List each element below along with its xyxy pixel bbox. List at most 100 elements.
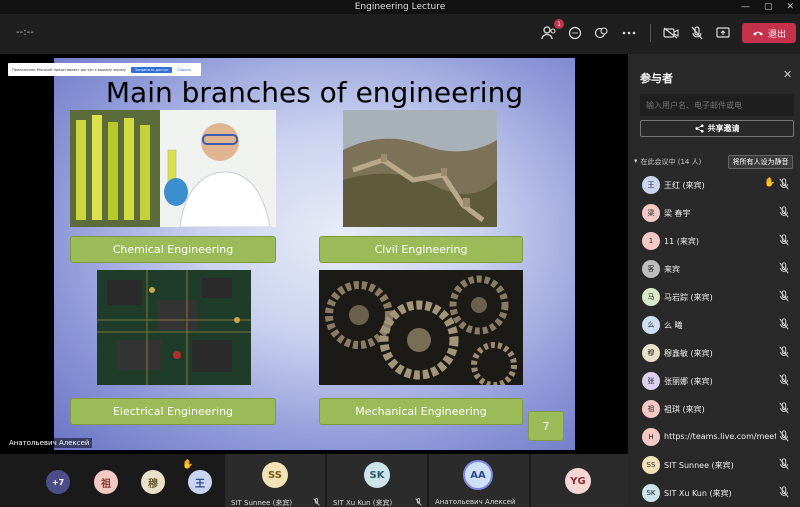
strip-avatar[interactable]: 王 (188, 470, 212, 494)
chat-button[interactable] (564, 22, 586, 44)
phone-hangup-icon (752, 31, 763, 36)
participant-tile[interactable]: SK SIT Xu Kun (来宾) (327, 454, 427, 507)
participant-row[interactable]: 马马岩踪 (来宾) (628, 283, 800, 311)
leave-button[interactable]: 退出 (742, 23, 796, 43)
mechanical-engineering-photo (319, 270, 523, 385)
title-bar: Engineering Lecture — ▢ ✕ (0, 0, 800, 14)
participant-row[interactable]: 么么 曦 (628, 311, 800, 339)
participant-name: 穆鑫敏 (来宾) (664, 349, 713, 358)
participant-row[interactable]: 梁梁 春宇 (628, 199, 800, 227)
mic-off-icon[interactable] (778, 178, 790, 190)
in-meeting-count: 在此会议中 (14 人) (640, 158, 702, 166)
participant-tile[interactable]: YG (531, 454, 628, 507)
tile-avatar: AA (463, 460, 493, 490)
shared-screen-stage: Main branches of engineering Chemical En… (0, 54, 628, 454)
participant-avatar: 穆 (642, 344, 660, 362)
mic-off-icon[interactable] (778, 402, 790, 414)
mic-off-icon[interactable] (778, 290, 790, 302)
share-screen-icon (716, 27, 730, 38)
mute-all-button[interactable]: 将所有人设为静音 (728, 155, 793, 169)
participant-name: 马岩踪 (来宾) (664, 293, 713, 302)
participant-row[interactable]: SS SIT Sunnee (来宾) (628, 451, 800, 479)
reactions-button[interactable] (590, 22, 612, 44)
civil-engineering-photo (343, 110, 497, 227)
panel-title: 参与者 (640, 72, 673, 85)
strip-avatar[interactable]: 祖 (94, 470, 118, 494)
camera-button[interactable] (660, 22, 682, 44)
mic-off-icon[interactable] (778, 206, 790, 218)
overflow-participants[interactable]: +7 (46, 470, 70, 494)
raised-hand-icon: ✋ (764, 178, 776, 188)
mic-off-icon[interactable] (778, 262, 790, 274)
tile-name: SIT Sunnee (来宾) (231, 499, 293, 507)
close-panel-icon[interactable]: ✕ (783, 68, 792, 81)
participant-avatar: 王 (642, 176, 660, 194)
mic-off-icon[interactable] (778, 486, 790, 498)
participant-name: 么 曦 (664, 321, 683, 330)
participant-avatar: 客 (642, 260, 660, 278)
invite-search-input[interactable] (640, 94, 794, 116)
chevron-down-icon: ▾ (634, 157, 638, 165)
participant-name: 11 (来宾) (664, 237, 699, 246)
leave-label: 退出 (767, 29, 786, 40)
participants-panel: 参与者 ✕ 共享邀请 ▾ 在此会议中 (14 人) 将所有人设为静音 王王红 (… (628, 54, 800, 507)
mic-off-icon[interactable] (778, 458, 790, 470)
hide-notice-link[interactable]: Скрыть (177, 68, 191, 72)
share-invite-button[interactable]: 共享邀请 (640, 120, 794, 137)
mic-button[interactable] (686, 22, 708, 44)
screen-share-notice: Приложение Microsoft представляет доступ… (8, 63, 201, 76)
strip-avatar[interactable]: 穆 (141, 470, 165, 494)
electrical-engineering-label: Electrical Engineering (70, 398, 276, 425)
stop-sharing-button[interactable]: Запретить доступ (130, 66, 173, 73)
more-options-button[interactable] (618, 22, 640, 44)
participant-row[interactable]: 客来宾 (628, 255, 800, 283)
minimize-button[interactable]: — (741, 2, 750, 12)
camera-off-icon (663, 27, 679, 39)
toolbar-divider (650, 24, 651, 42)
share-screen-button[interactable] (712, 22, 734, 44)
mic-off-icon[interactable] (778, 374, 790, 386)
participant-avatar: H (642, 428, 660, 446)
presenter-name: Анатольевич Алексей (6, 438, 93, 448)
tile-name: SIT Xu Kun (来宾) (333, 499, 393, 507)
participants-badge: 1 (554, 19, 564, 29)
in-meeting-header[interactable]: ▾ 在此会议中 (14 人) (634, 157, 701, 167)
civil-engineering-label: Civil Engineering (319, 236, 523, 263)
participant-name: SIT Sunnee (来宾) (664, 461, 734, 470)
participant-avatar: 马 (642, 288, 660, 306)
participant-avatar: 张 (642, 372, 660, 390)
maximize-button[interactable]: ▢ (764, 2, 773, 12)
participant-row[interactable]: 张张丽娜 (来宾) (628, 367, 800, 395)
participant-avatar: 么 (642, 316, 660, 334)
participant-name: https://teams.live.com/meet/... (664, 432, 776, 441)
chemical-engineering-photo (70, 110, 276, 227)
tile-name: Анатольевич Алексей (435, 498, 516, 506)
participant-name: 梁 春宇 (664, 209, 691, 218)
electrical-engineering-photo (97, 270, 251, 385)
teams-meeting-window: Engineering Lecture — ▢ ✕ --:-- 1 退出 Mai… (0, 0, 800, 507)
mic-off-icon[interactable] (778, 234, 790, 246)
mic-off-icon[interactable] (778, 346, 790, 358)
tile-avatar: SS (262, 462, 288, 488)
slide-title: Main branches of engineering (105, 76, 524, 109)
close-window-button[interactable]: ✕ (786, 2, 794, 12)
participant-tile[interactable]: AA Анатольевич Алексей (429, 454, 529, 507)
participant-row[interactable]: 1 11 (来宾) (628, 227, 800, 255)
chat-icon (568, 26, 582, 40)
mic-off-icon[interactable] (778, 430, 790, 442)
participant-name: SIT Xu Kun (来宾) (664, 489, 732, 498)
mic-off-icon (691, 26, 703, 40)
participant-row[interactable]: SK SIT Xu Kun (来宾) (628, 479, 800, 507)
participant-tile[interactable]: SS SIT Sunnee (来宾) (225, 454, 325, 507)
participant-row[interactable]: Hhttps://teams.live.com/meet/... (628, 423, 800, 451)
participant-name: 王红 (来宾) (664, 181, 705, 190)
more-icon (622, 31, 636, 35)
mic-off-icon[interactable] (778, 318, 790, 330)
participant-row[interactable]: 祖祖琪 (来宾) (628, 395, 800, 423)
people-icon (541, 26, 556, 40)
chemical-engineering-label: Chemical Engineering (70, 236, 276, 263)
participants-button[interactable]: 1 (538, 19, 564, 44)
tile-avatar: YG (565, 468, 591, 494)
participant-row[interactable]: 王王红 (来宾) ✋ (628, 171, 800, 199)
participant-row[interactable]: 穆穆鑫敏 (来宾) (628, 339, 800, 367)
